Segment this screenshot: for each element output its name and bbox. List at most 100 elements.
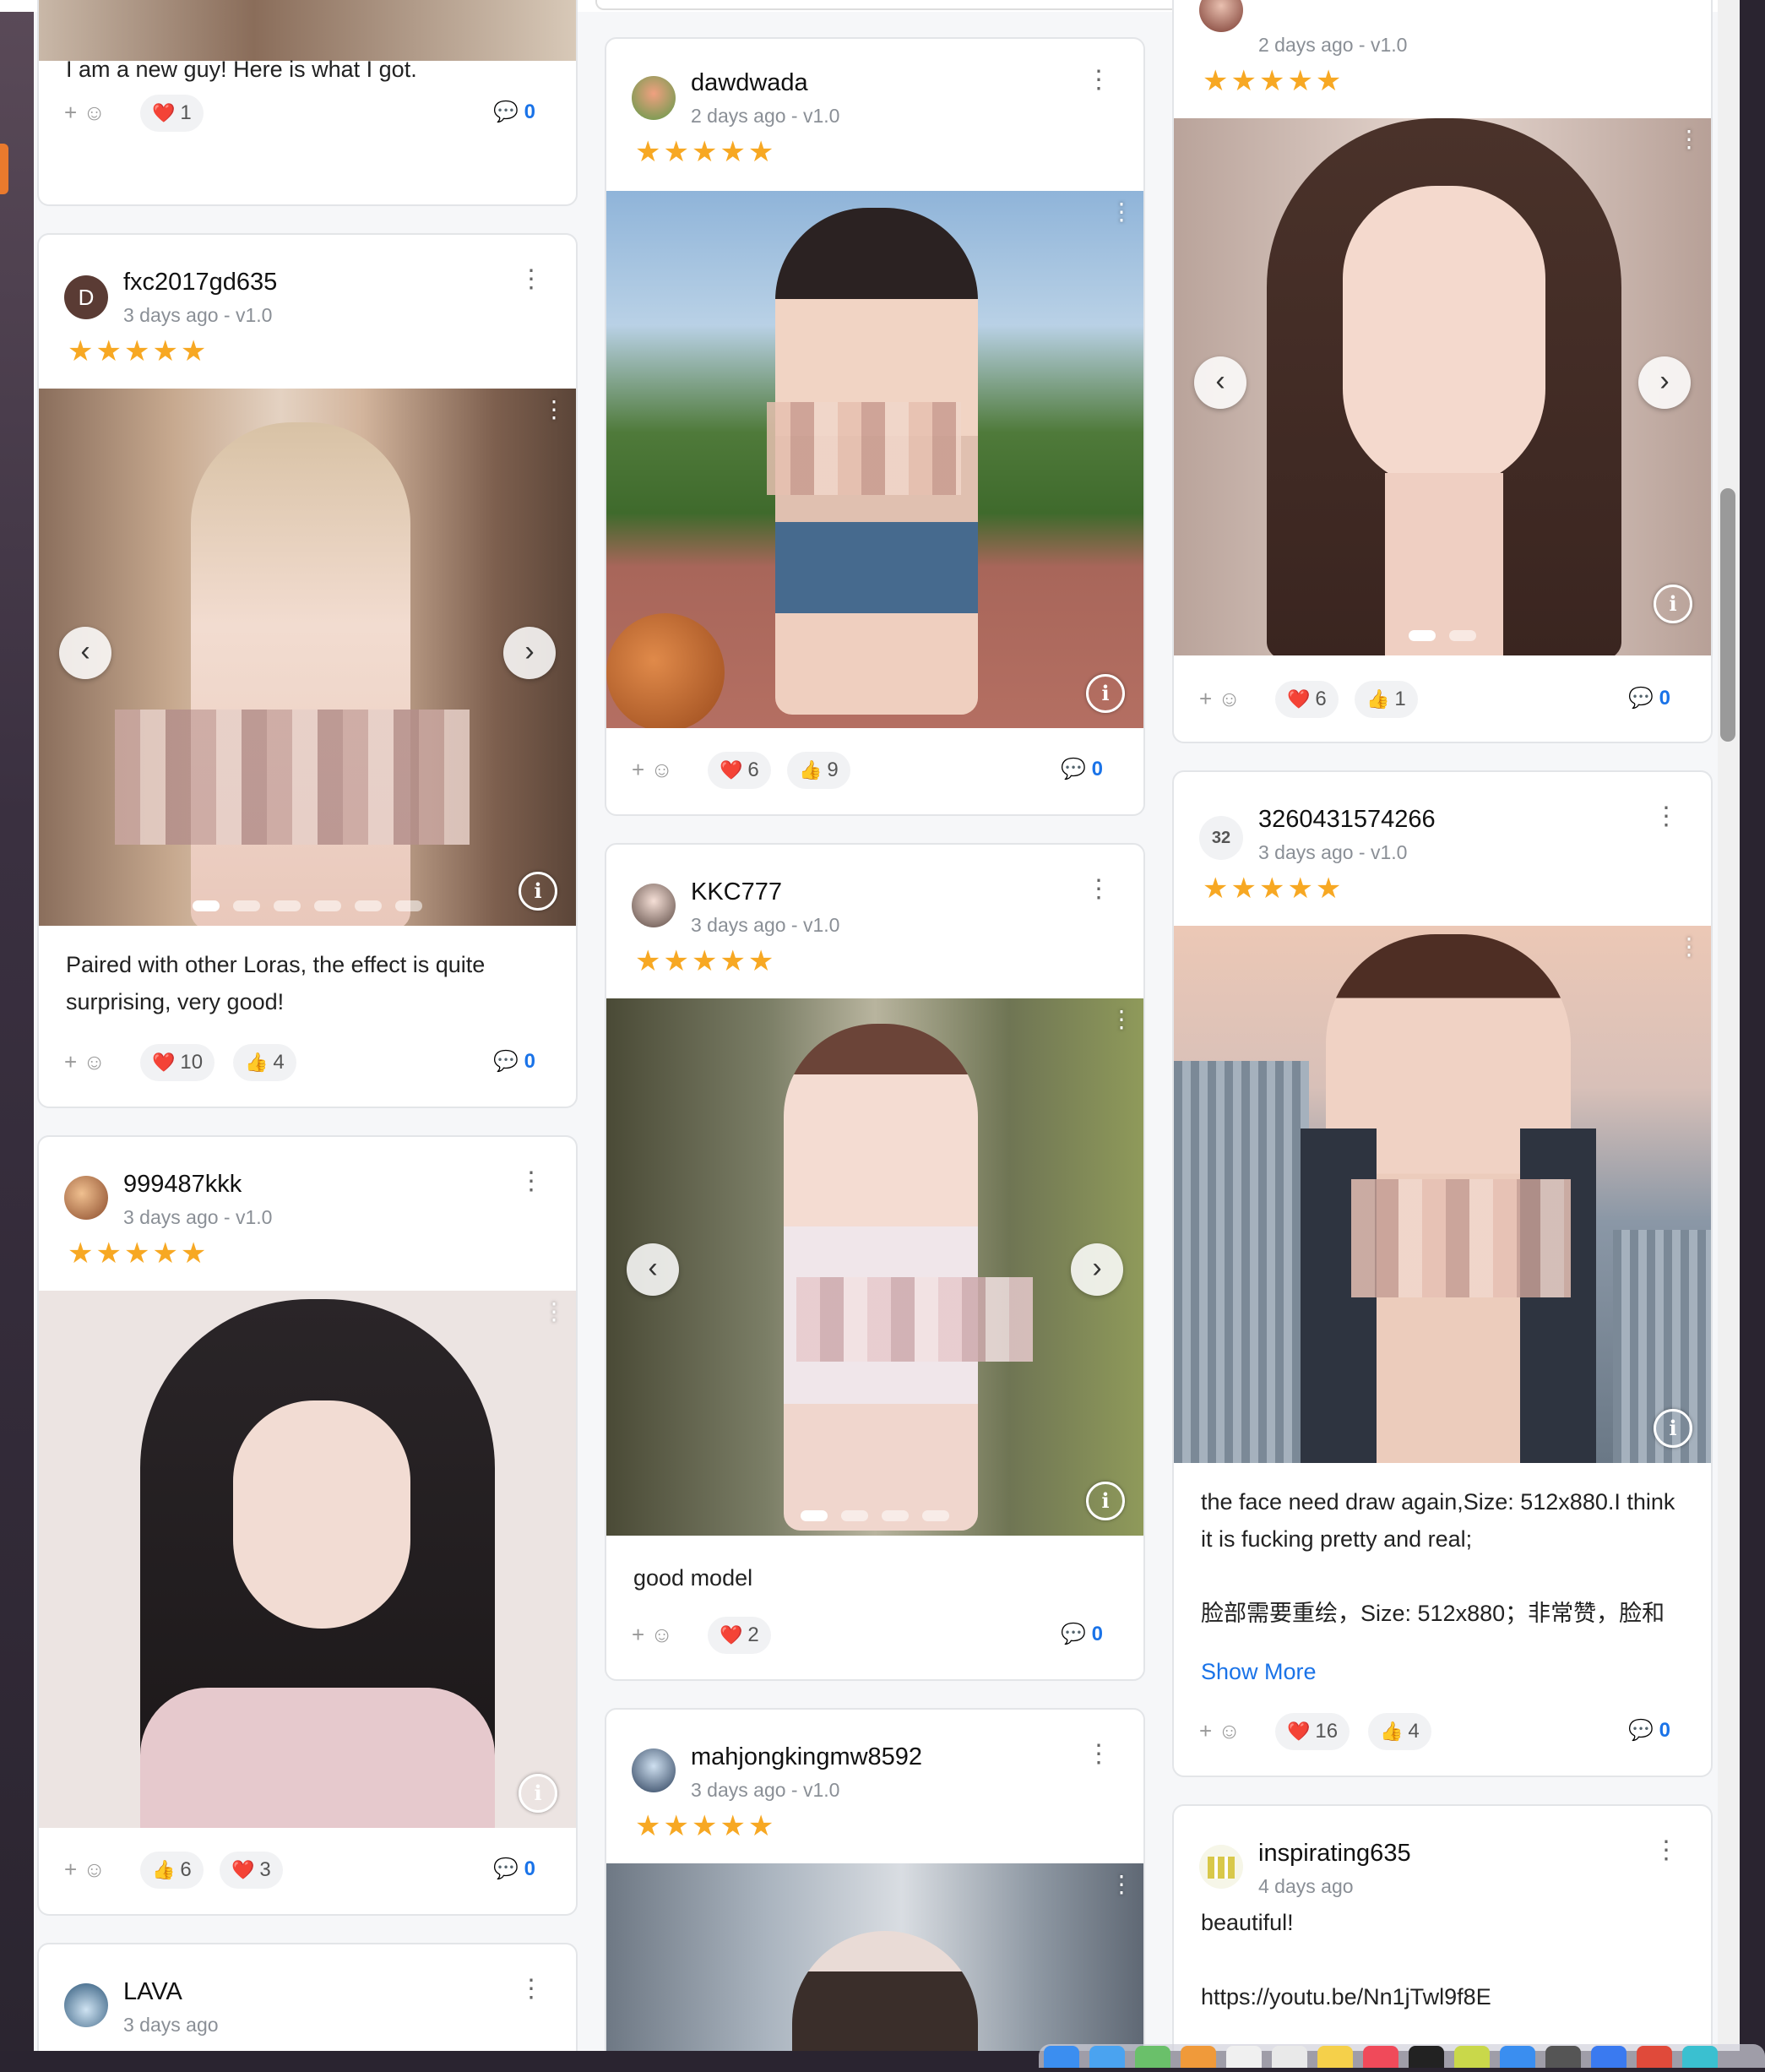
review-image[interactable]: ⋮ i	[39, 1291, 576, 1828]
browser-window: I am a new guy! Here is what I got. + ☺ …	[0, 0, 1718, 2051]
carousel-dots[interactable]	[606, 1510, 1143, 1525]
add-reaction-button[interactable]: + ☺	[64, 100, 106, 126]
info-icon[interactable]: i	[1654, 585, 1692, 623]
review-meta: 3 days ago	[123, 2014, 219, 2036]
review-image[interactable]: ⋮ ‹ › i	[606, 998, 1143, 1536]
appstore-icon[interactable]	[1591, 2046, 1627, 2068]
basketball	[606, 613, 725, 728]
reaction-thumbs[interactable]: 👍 1	[1355, 681, 1418, 718]
prev-image-button[interactable]: ‹	[627, 1243, 679, 1296]
add-reaction-button[interactable]: + ☺	[632, 757, 673, 783]
username[interactable]: fxc2017gd635	[123, 269, 277, 296]
photos-icon[interactable]	[1181, 2046, 1216, 2068]
review-image[interactable]: ⋮ i	[606, 191, 1143, 728]
reaction-heart[interactable]: ❤️ 10	[140, 1044, 215, 1081]
maps-icon[interactable]	[1135, 2046, 1170, 2068]
carousel-dots[interactable]	[1174, 630, 1711, 645]
prev-image-button[interactable]: ‹	[1194, 356, 1246, 409]
reaction-thumbs[interactable]: 👍 6	[140, 1852, 204, 1889]
image-menu-icon[interactable]: ⋮	[1110, 1008, 1133, 1031]
more-options-icon[interactable]: ⋮	[519, 1977, 544, 2002]
info-icon[interactable]: i	[1654, 1409, 1692, 1448]
more-options-icon[interactable]: ⋮	[1654, 804, 1679, 829]
reaction-heart[interactable]: ❤️ 6	[708, 752, 771, 789]
comment-count[interactable]: 💬 0	[493, 100, 535, 124]
next-image-button[interactable]: ›	[503, 627, 556, 679]
avatar[interactable]: D	[64, 275, 108, 319]
username[interactable]: 3260431574266	[1258, 806, 1436, 834]
more-options-icon[interactable]: ⋮	[1654, 1838, 1679, 1863]
pixelation	[767, 402, 961, 495]
review-image[interactable]: ⋮	[606, 1863, 1143, 2051]
avatar[interactable]: 32	[1199, 816, 1243, 860]
image-menu-icon[interactable]: ⋮	[1677, 935, 1701, 959]
image-menu-icon[interactable]: ⋮	[1677, 128, 1701, 151]
username[interactable]: KKC777	[691, 878, 782, 906]
add-reaction-button[interactable]: + ☺	[64, 1857, 106, 1883]
music-icon[interactable]	[1363, 2046, 1398, 2068]
comment-count[interactable]: 💬 0	[1628, 1718, 1670, 1743]
image-menu-icon[interactable]: ⋮	[1110, 200, 1133, 224]
reaction-heart[interactable]: ❤️ 1	[140, 95, 204, 132]
settings-icon[interactable]	[1545, 2046, 1581, 2068]
reaction-heart[interactable]: ❤️ 3	[220, 1852, 283, 1889]
reaction-thumbs[interactable]: 👍 4	[233, 1044, 296, 1081]
reaction-heart[interactable]: ❤️ 6	[1275, 681, 1339, 718]
prev-image-button[interactable]: ‹	[59, 627, 111, 679]
avatar[interactable]	[1199, 0, 1243, 32]
avatar[interactable]	[632, 1748, 676, 1792]
reaction-thumbs[interactable]: 👍 9	[787, 752, 850, 789]
reminders-icon[interactable]	[1272, 2046, 1307, 2068]
more-options-icon[interactable]: ⋮	[1086, 877, 1111, 902]
add-reaction-button[interactable]: + ☺	[632, 1622, 673, 1648]
finder-icon[interactable]	[1044, 2046, 1079, 2068]
reaction-thumbs[interactable]: 👍 4	[1368, 1713, 1431, 1750]
comment-count[interactable]: 💬 0	[1061, 757, 1103, 781]
more-options-icon[interactable]: ⋮	[1086, 68, 1111, 93]
avatar[interactable]	[64, 1983, 108, 2027]
scrollbar-track[interactable]	[1718, 0, 1740, 2051]
chrome-icon[interactable]	[1637, 2046, 1672, 2068]
comment-count[interactable]: 💬 0	[493, 1049, 535, 1074]
more-options-icon[interactable]: ⋮	[1086, 1742, 1111, 1767]
show-more-link[interactable]: Show More	[1201, 1659, 1317, 1685]
comment-count[interactable]: 💬 0	[1061, 1622, 1103, 1646]
info-icon[interactable]: i	[1086, 674, 1125, 713]
comment-count[interactable]: 💬 0	[493, 1857, 535, 1881]
avatar[interactable]	[632, 884, 676, 927]
username[interactable]: mahjongkingmw8592	[691, 1743, 922, 1771]
next-image-button[interactable]: ›	[1638, 356, 1691, 409]
image-menu-icon[interactable]: ⋮	[542, 1300, 566, 1324]
image-menu-icon[interactable]: ⋮	[1110, 1873, 1133, 1896]
avatar[interactable]	[1199, 1845, 1243, 1889]
avatar[interactable]	[64, 1176, 108, 1220]
add-reaction-button[interactable]: + ☺	[1199, 686, 1241, 712]
carousel-dots[interactable]	[39, 900, 576, 916]
username[interactable]: 999487kkk	[123, 1171, 242, 1199]
add-reaction-button[interactable]: + ☺	[64, 1049, 106, 1075]
review-image[interactable]: ⋮ ‹ › i	[1174, 118, 1711, 655]
calendar-icon[interactable]	[1226, 2046, 1262, 2068]
comment-count[interactable]: 💬 0	[1628, 686, 1670, 710]
avatar[interactable]	[632, 76, 676, 120]
more-options-icon[interactable]: ⋮	[519, 267, 544, 292]
more-options-icon[interactable]: ⋮	[519, 1169, 544, 1194]
tv-icon[interactable]	[1409, 2046, 1444, 2068]
username[interactable]: LAVA	[123, 1978, 182, 2006]
reaction-heart[interactable]: ❤️ 2	[708, 1617, 771, 1654]
xcode-icon[interactable]	[1500, 2046, 1535, 2068]
app-icon-2[interactable]	[1682, 2046, 1718, 2068]
reaction-heart[interactable]: ❤️ 16	[1275, 1713, 1350, 1750]
username[interactable]: dawdwada	[691, 69, 808, 97]
username[interactable]: inspirating635	[1258, 1840, 1411, 1868]
scrollbar-thumb[interactable]	[1720, 488, 1735, 742]
add-reaction-button[interactable]: + ☺	[1199, 1718, 1241, 1744]
review-image[interactable]: ⋮ i	[1174, 926, 1711, 1463]
safari-icon[interactable]	[1089, 2046, 1125, 2068]
app-icon[interactable]	[1454, 2046, 1490, 2068]
info-icon[interactable]: i	[519, 1774, 557, 1813]
review-image[interactable]: ⋮ ‹ › i	[39, 389, 576, 926]
next-image-button[interactable]: ›	[1071, 1243, 1123, 1296]
image-menu-icon[interactable]: ⋮	[542, 398, 566, 421]
notes-icon[interactable]	[1317, 2046, 1353, 2068]
